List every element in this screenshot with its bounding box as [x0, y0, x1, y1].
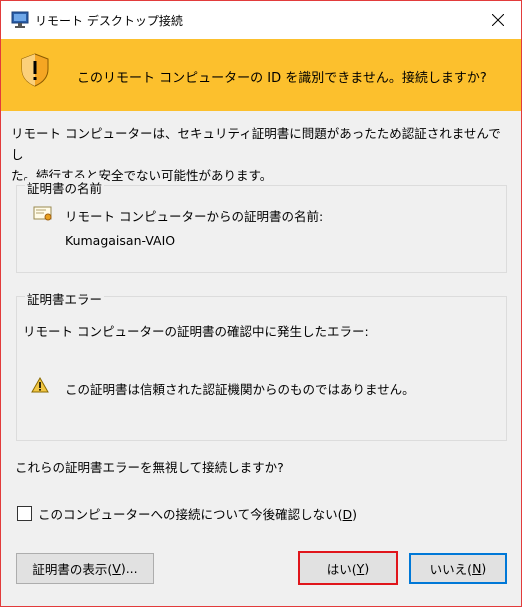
- dont-ask-checkbox[interactable]: このコンピューターへの接続について今後確認しない(D): [17, 504, 357, 523]
- cert-error-message: この証明書は信頼された認証機関からのものではありません。: [65, 382, 415, 397]
- close-icon: [492, 14, 504, 26]
- description-line: リモート コンピューターは、セキュリティ証明書に問題があったため認証されませんで…: [11, 126, 501, 162]
- description-text: リモート コンピューターは、セキュリティ証明書に問題があったため認証されませんで…: [11, 123, 511, 186]
- confirm-question: これらの証明書エラーを無視して接続しますか?: [15, 460, 284, 475]
- close-button[interactable]: [475, 1, 521, 39]
- cert-name-group: 証明書の名前 リモート コンピューターからの証明書の名前: Kumagaisan…: [16, 178, 507, 273]
- cert-name-value: Kumagaisan-VAIO: [65, 233, 176, 248]
- banner-message: このリモート コンピューターの ID を識別できません。接続しますか?: [77, 71, 487, 86]
- no-button[interactable]: いいえ(N): [409, 553, 507, 584]
- checkbox-label: このコンピューターへの接続について今後確認しない(D): [38, 507, 358, 522]
- view-certificate-button[interactable]: 証明書の表示(V)...: [16, 553, 154, 584]
- yes-button[interactable]: はい(Y): [298, 551, 398, 585]
- cert-error-label: リモート コンピューターの証明書の確認中に発生したエラー:: [23, 324, 369, 339]
- group-title: 証明書の名前: [25, 178, 105, 197]
- title-bar[interactable]: リモート デスクトップ接続: [1, 1, 521, 39]
- certificate-icon: [33, 206, 52, 221]
- warning-banner: このリモート コンピューターの ID を識別できません。接続しますか?: [1, 39, 521, 111]
- checkbox-box[interactable]: [17, 506, 32, 521]
- rdp-security-dialog: リモート デスクトップ接続 このリモート コンピューターの ID を識別できませ…: [0, 0, 522, 607]
- cert-error-group: 証明書エラー リモート コンピューターの証明書の確認中に発生したエラー: この証…: [16, 289, 507, 441]
- group-title: 証明書エラー: [25, 289, 105, 308]
- window-title: リモート デスクトップ接続: [35, 14, 183, 28]
- warning-shield-icon: [21, 53, 49, 87]
- cert-name-label: リモート コンピューターからの証明書の名前:: [65, 209, 324, 224]
- remote-desktop-icon: [11, 11, 29, 28]
- warning-triangle-icon: [31, 377, 49, 393]
